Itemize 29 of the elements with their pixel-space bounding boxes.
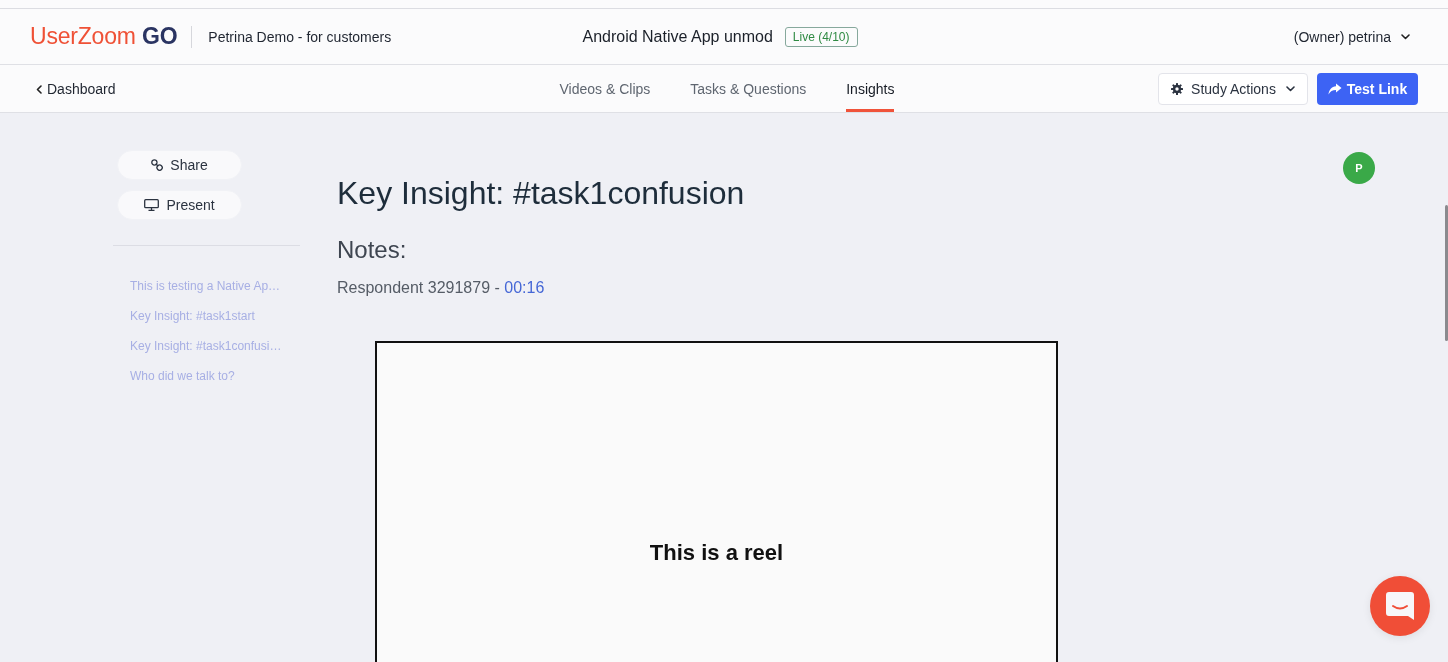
nav-tab[interactable]: Insights — [846, 65, 895, 112]
share-button[interactable]: Share — [117, 150, 242, 180]
status-badge: Live (4/10) — [784, 26, 858, 47]
project-name: Petrina Demo - for customers — [208, 28, 392, 45]
share-arrow-icon — [1327, 82, 1342, 95]
chevron-left-icon — [36, 84, 42, 94]
chevron-down-icon — [1401, 33, 1410, 40]
reel-caption: This is a reel — [649, 540, 784, 567]
nav-tab[interactable]: Videos & Clips — [559, 65, 651, 112]
link-icon — [151, 159, 164, 171]
respondent-note: Respondent 3291879 - 00:16 — [337, 279, 545, 298]
logo[interactable]: UserZoom GO — [30, 23, 178, 50]
present-button[interactable]: Present — [117, 190, 242, 220]
insight-title: Key Insight: #task1confusion — [337, 174, 745, 213]
monitor-icon — [144, 199, 160, 211]
scrollbar-thumb[interactable] — [1445, 205, 1448, 341]
user-menu[interactable]: (Owner) petrina — [1293, 28, 1410, 45]
nav-tab[interactable]: Tasks & Questions — [690, 65, 807, 112]
study-title: Android Native App unmod — [582, 27, 773, 46]
settings-icon — [1171, 82, 1184, 95]
user-avatar[interactable]: P — [1343, 152, 1375, 184]
notes-label: Notes: — [337, 236, 407, 266]
chat-icon — [1386, 592, 1414, 620]
chat-button[interactable] — [1370, 576, 1430, 636]
study-actions-button[interactable]: Study Actions — [1158, 72, 1308, 105]
dashboard-link[interactable]: Dashboard — [36, 81, 116, 97]
test-link-button[interactable]: Test Link — [1317, 72, 1418, 105]
timestamp-link[interactable]: 00:16 — [504, 279, 545, 297]
chevron-down-icon — [1285, 85, 1295, 92]
